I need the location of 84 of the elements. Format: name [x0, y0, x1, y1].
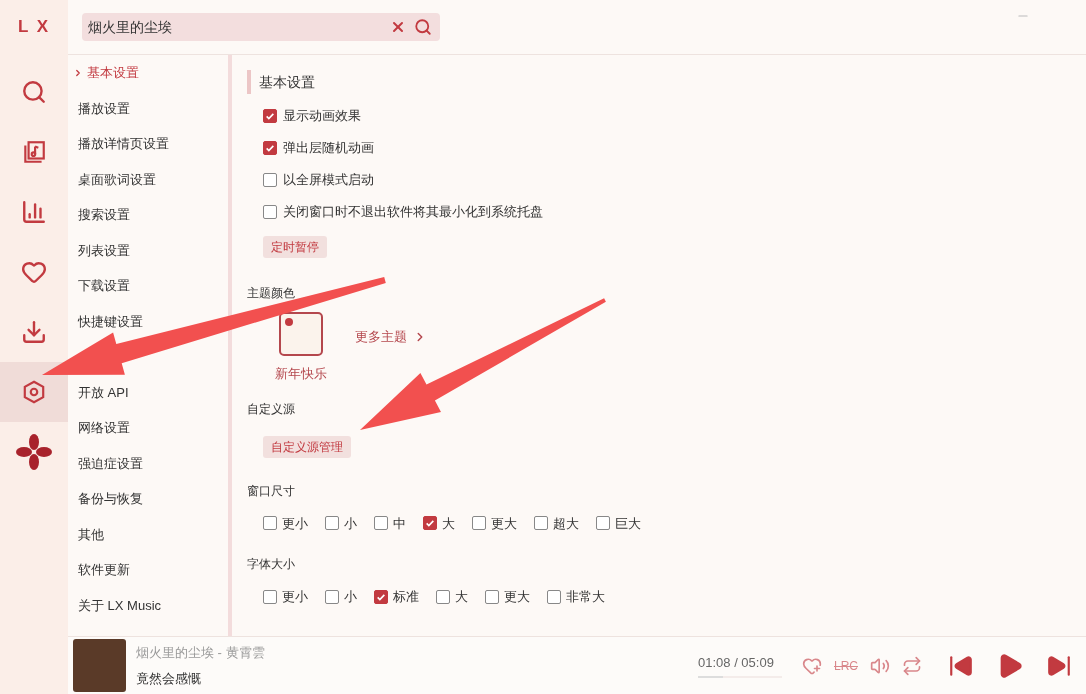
checkbox-label: 显示动画效果 [283, 107, 361, 126]
font-size-heading: 字体大小 [247, 556, 295, 573]
window-size-heading: 窗口尺寸 [247, 482, 295, 500]
settings-menu-item[interactable]: 桌面歌词设置 [78, 169, 156, 190]
settings-menu-item[interactable]: 强迫症设置 [78, 453, 143, 474]
theme-thumbnail[interactable] [279, 312, 323, 356]
timer-button[interactable]: 定时暂停 [263, 236, 327, 258]
more-themes-link[interactable]: 更多主题 [355, 327, 427, 347]
checkbox[interactable] [263, 109, 277, 123]
time-display: 01:08 / 05:09 [698, 653, 774, 672]
settings-menu-item[interactable]: 搜索设置 [78, 205, 130, 225]
checkbox[interactable] [485, 589, 499, 604]
checkmark-icon [425, 518, 435, 529]
heart-plus-icon[interactable] [802, 655, 822, 676]
theme-heading: 主题颜色 [247, 285, 295, 302]
settings-menu-item[interactable]: 网络设置 [78, 418, 130, 438]
checkbox[interactable] [423, 516, 437, 531]
settings-menu-item[interactable]: 开放 API [78, 382, 129, 403]
checkbox[interactable] [325, 589, 339, 604]
settings-menu-item[interactable]: 基本设置 [73, 63, 139, 83]
option-label: 巨大 [615, 514, 641, 533]
bar-chart-icon [21, 198, 47, 225]
checkbox[interactable] [263, 516, 277, 531]
custom-source-heading: 自定义源 [247, 400, 295, 418]
checkbox[interactable] [436, 589, 450, 604]
checkmark-icon [265, 143, 275, 153]
lantern-icon [284, 317, 294, 327]
option-label: 标准 [393, 588, 419, 606]
app-logo: L X [17, 16, 51, 38]
checkbox[interactable] [374, 516, 388, 531]
settings-menu-item[interactable]: 备份与恢复 [78, 489, 143, 509]
nav-item[interactable] [0, 361, 68, 422]
settings-menu-item[interactable]: 软件更新 [78, 560, 130, 580]
checkbox[interactable] [263, 205, 277, 219]
lyric-line: 竟然会感慨 [136, 669, 202, 688]
checkmark-icon [265, 111, 275, 121]
custom-source-button[interactable]: 自定义源管理 [263, 435, 351, 458]
search-field[interactable]: 烟火里的尘埃 [82, 13, 440, 41]
settings-menu-item[interactable]: 列表设置 [78, 240, 130, 261]
option-label: 非常大 [566, 588, 605, 606]
photo-placeholder [73, 639, 126, 692]
flower-icon [16, 433, 52, 470]
checkbox-label: 关闭窗口时不退出软件将其最小化到系统托盘 [283, 203, 543, 222]
option-label: 大 [442, 514, 455, 533]
option-label: 大 [455, 588, 468, 606]
volume-icon[interactable] [870, 655, 890, 676]
checkbox-label: 以全屏模式启动 [283, 171, 374, 190]
checkbox[interactable] [263, 141, 277, 155]
settings-menu-item[interactable]: 播放详情页设置 [78, 134, 169, 154]
search-icon [21, 78, 47, 105]
checkbox[interactable] [547, 589, 561, 604]
settings-menu-item[interactable]: 播放设置 [78, 98, 130, 119]
checkbox[interactable] [472, 516, 486, 531]
checkbox[interactable] [534, 516, 548, 531]
chevron-icon [73, 68, 83, 78]
theme-name: 新年快乐 [275, 365, 327, 383]
search-icon[interactable] [414, 18, 432, 36]
option-label: 更大 [491, 514, 517, 533]
settings-menu-item[interactable]: 下载设置 [78, 276, 130, 296]
download-icon [21, 318, 47, 345]
checkbox[interactable] [374, 589, 388, 604]
option-label: 更小 [282, 588, 308, 606]
option-label: 更小 [282, 514, 308, 533]
option-label: 超大 [553, 514, 579, 533]
settings-menu-item[interactable]: 快捷键设置 [78, 311, 143, 332]
search-input[interactable]: 烟火里的尘埃 [88, 16, 390, 38]
settings-icon [21, 378, 47, 405]
settings-menu-item[interactable]: 关于 LX Music [78, 595, 162, 616]
checkbox[interactable] [596, 516, 610, 531]
settings-menu-item[interactable]: 其他 [78, 524, 104, 545]
song-title: 烟火里的尘埃 - 黄霄雲 [136, 644, 265, 662]
repeat-icon[interactable] [902, 655, 922, 676]
music-file-icon [21, 138, 47, 165]
clear-icon[interactable] [390, 19, 406, 35]
section-title: 基本设置 [259, 72, 315, 92]
checkbox[interactable] [325, 516, 339, 531]
checkbox-label: 弹出层随机动画 [283, 139, 374, 158]
option-label: 小 [344, 514, 357, 533]
checkbox[interactable] [263, 589, 277, 604]
option-label: 中 [393, 514, 406, 533]
checkbox[interactable] [263, 173, 277, 187]
option-label: 小 [344, 588, 357, 606]
progress-track[interactable] [698, 676, 782, 679]
option-label: 更大 [504, 588, 530, 606]
